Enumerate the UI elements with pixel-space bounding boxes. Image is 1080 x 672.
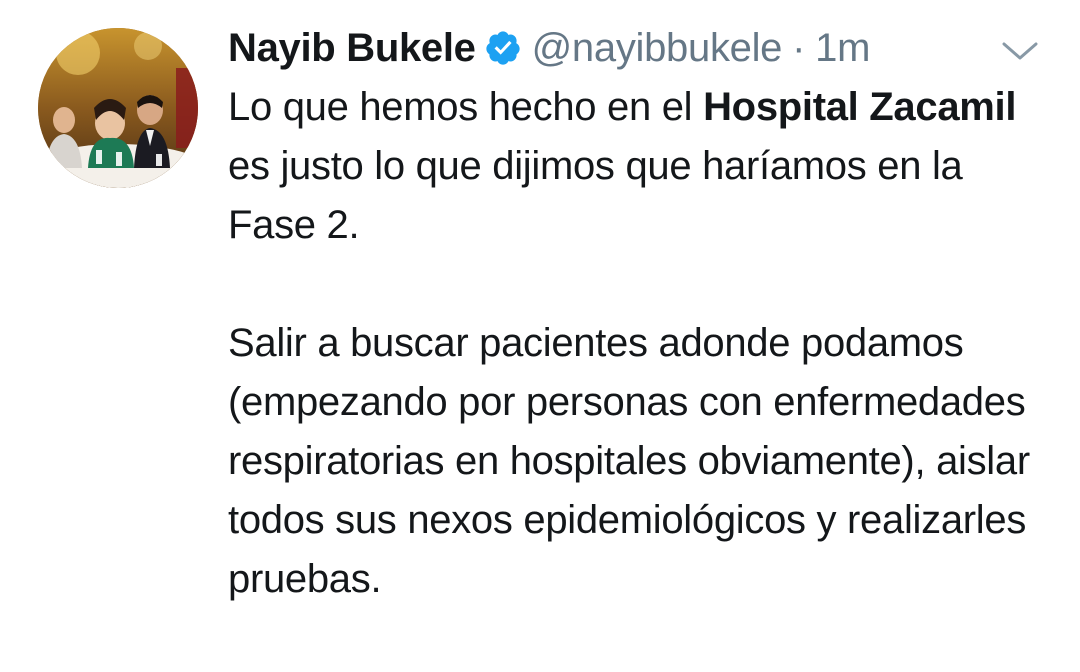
author-handle[interactable]: @nayibbukele	[532, 26, 783, 71]
tweet-header: Nayib Bukele @nayibbukele · 1m	[228, 22, 870, 74]
avatar[interactable]	[38, 28, 198, 188]
tweet-text: Lo que hemos hecho en el Hospital Zacami…	[228, 78, 1058, 609]
paragraph-1-text-b: es justo lo que dijimos que haríamos en …	[228, 144, 963, 247]
tweet[interactable]: Nayib Bukele @nayibbukele · 1m Lo que he…	[0, 0, 1080, 672]
paragraph-1-text-a: Lo que hemos hecho en el	[228, 85, 704, 129]
hospital-zacamil-bold: Hospital Zacamil	[703, 85, 1017, 129]
separator-dot: ·	[792, 25, 806, 70]
verified-badge-icon	[484, 29, 522, 67]
tweet-paragraph-1: Lo que hemos hecho en el Hospital Zacami…	[228, 78, 1058, 255]
timestamp[interactable]: 1m	[815, 26, 870, 71]
avatar-photo	[38, 28, 198, 188]
tweet-paragraph-2: Salir a buscar pacientes adonde podamos …	[228, 321, 1030, 601]
author-name[interactable]: Nayib Bukele	[228, 26, 476, 71]
chevron-down-icon[interactable]	[1000, 36, 1040, 66]
